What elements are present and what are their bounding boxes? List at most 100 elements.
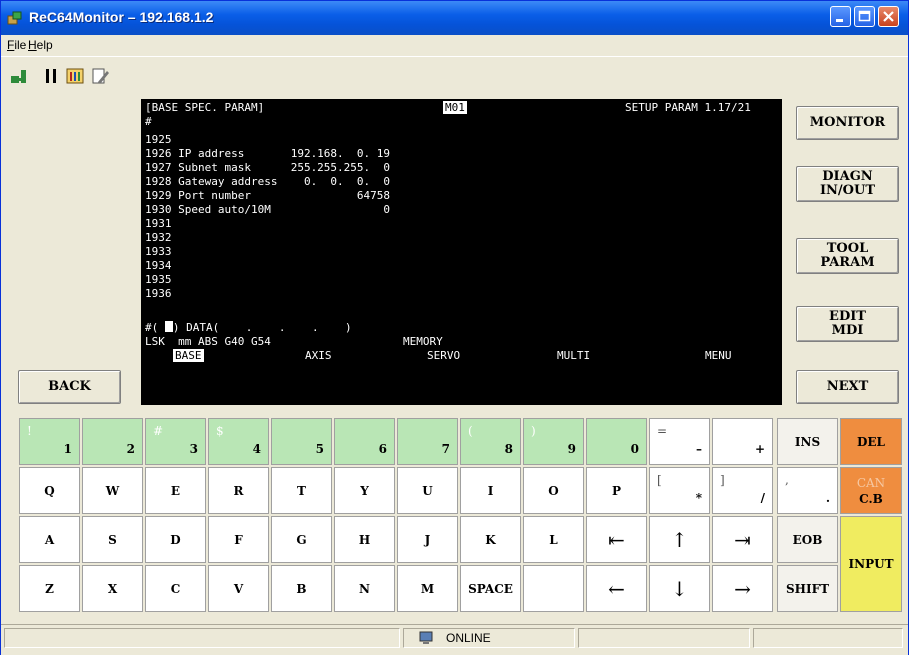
key-input[interactable]: INPUT: [840, 516, 902, 612]
key-h[interactable]: H: [334, 516, 395, 563]
input-line[interactable]: #( ) DATA( . . . ): [145, 321, 352, 334]
key-label: W: [105, 483, 120, 498]
key-plus[interactable]: +: [712, 418, 773, 465]
menu-axis[interactable]: AXIS: [305, 349, 332, 362]
menu-base[interactable]: BASE: [173, 349, 204, 362]
tool-label-1: TOOL: [826, 241, 869, 256]
key-c[interactable]: C: [145, 565, 206, 612]
edit-label-2: MDI: [831, 323, 864, 338]
monitor-button[interactable]: MONITOR: [796, 106, 899, 140]
maximize-button[interactable]: [854, 6, 875, 27]
key-8[interactable]: (8: [460, 418, 521, 465]
settings-icon[interactable]: [65, 66, 85, 86]
key-label: A: [44, 532, 55, 547]
key-period[interactable]: ,.: [777, 467, 838, 514]
key-q[interactable]: Q: [19, 467, 80, 514]
diagn-io-button[interactable]: DIAGN IN/OUT: [796, 166, 899, 202]
key-down[interactable]: ↓: [649, 565, 710, 612]
menu-menu[interactable]: MENU: [705, 349, 732, 362]
close-button[interactable]: [878, 6, 899, 27]
edit-label-1: EDIT: [829, 309, 866, 324]
key-m[interactable]: M: [397, 565, 458, 612]
minimize-button[interactable]: [830, 6, 851, 27]
key-5[interactable]: 5: [271, 418, 332, 465]
key-ins[interactable]: INS: [777, 418, 838, 465]
key-3[interactable]: #3: [145, 418, 206, 465]
key-e[interactable]: E: [145, 467, 206, 514]
key-end[interactable]: ⇥: [712, 516, 773, 563]
key-a[interactable]: A: [19, 516, 80, 563]
pause-icon[interactable]: [41, 66, 61, 86]
key-label: I: [487, 483, 494, 498]
key-k[interactable]: K: [460, 516, 521, 563]
key-label: K: [485, 532, 496, 547]
key-0[interactable]: 0: [586, 418, 647, 465]
key-char: 0: [630, 442, 639, 456]
key-u[interactable]: U: [397, 467, 458, 514]
key-up[interactable]: ↑: [649, 516, 710, 563]
key-j[interactable]: J: [397, 516, 458, 563]
connect-icon[interactable]: [10, 66, 30, 86]
param-line: 1926 IP address 192.168. 0. 19: [145, 147, 391, 160]
key-label: R: [233, 483, 244, 498]
home-arrow-icon: ⇤: [608, 527, 625, 552]
key-label: J: [424, 532, 431, 547]
key-9[interactable]: ) 9: [523, 418, 584, 465]
key-f[interactable]: F: [208, 516, 269, 563]
key-2[interactable]: 2: [82, 418, 143, 465]
key-label: Z: [45, 581, 54, 596]
diagn-label-1: DIAGN: [822, 169, 873, 184]
key-label: D: [170, 532, 181, 547]
title-bar[interactable]: ReC64Monitor – 192.168.1.2: [1, 1, 908, 35]
key-x[interactable]: X: [82, 565, 143, 612]
key-r[interactable]: R: [208, 467, 269, 514]
menu-file[interactable]: File: [7, 38, 26, 52]
key-1[interactable]: ! 1: [19, 418, 80, 465]
key-shift-char: ]: [720, 473, 725, 487]
key-o[interactable]: O: [523, 467, 584, 514]
key-z[interactable]: Z: [19, 565, 80, 612]
key-home[interactable]: ⇤: [586, 516, 647, 563]
key-char: 6: [378, 442, 387, 456]
toolbar: [1, 56, 908, 96]
key-v[interactable]: V: [208, 565, 269, 612]
key-4[interactable]: $4: [208, 418, 269, 465]
menu-help[interactable]: Help: [28, 38, 53, 52]
key-t[interactable]: T: [271, 467, 332, 514]
key-space[interactable]: SPACE: [460, 565, 521, 612]
key-l[interactable]: L: [523, 516, 584, 563]
key-label: DEL: [857, 434, 885, 449]
key-can-cb[interactable]: CAN C.B: [840, 467, 902, 514]
key-right[interactable]: →: [712, 565, 773, 612]
param-line: 1929 Port number 64758: [145, 189, 391, 202]
up-arrow-icon: ↑: [671, 527, 688, 552]
edit-mdi-button[interactable]: EDIT MDI: [796, 306, 899, 342]
key-left[interactable]: ←: [586, 565, 647, 612]
key-eob[interactable]: EOB: [777, 516, 838, 563]
key-b[interactable]: B: [271, 565, 332, 612]
key-i[interactable]: I: [460, 467, 521, 514]
key-y[interactable]: Y: [334, 467, 395, 514]
edit-icon[interactable]: [90, 66, 110, 86]
next-button[interactable]: NEXT: [796, 370, 899, 404]
key-blank[interactable]: [523, 565, 584, 612]
key-shift[interactable]: SHIFT: [777, 565, 838, 612]
key-p[interactable]: P: [586, 467, 647, 514]
key-minus[interactable]: = –: [649, 418, 710, 465]
back-button[interactable]: BACK: [18, 370, 121, 404]
param-line: 1933: [145, 245, 172, 258]
key-6[interactable]: 6: [334, 418, 395, 465]
tool-param-button[interactable]: TOOL PARAM: [796, 238, 899, 274]
key-7[interactable]: 7: [397, 418, 458, 465]
main-panel: BACK MONITOR DIAGN IN/OUT TOOL PARAM EDIT M…: [1, 95, 908, 407]
key-s[interactable]: S: [82, 516, 143, 563]
key-d[interactable]: D: [145, 516, 206, 563]
key-w[interactable]: W: [82, 467, 143, 514]
key-asterisk[interactable]: [*: [649, 467, 710, 514]
menu-servo[interactable]: SERVO: [427, 349, 460, 362]
key-g[interactable]: G: [271, 516, 332, 563]
key-del[interactable]: DEL: [840, 418, 902, 465]
menu-multi[interactable]: MULTI: [557, 349, 590, 362]
key-n[interactable]: N: [334, 565, 395, 612]
key-slash[interactable]: ] /: [712, 467, 773, 514]
